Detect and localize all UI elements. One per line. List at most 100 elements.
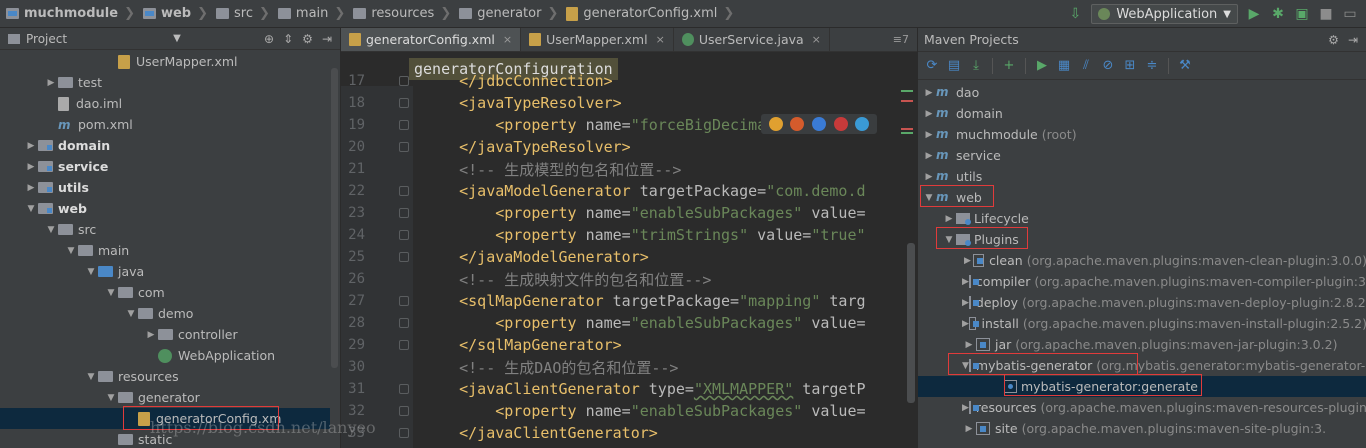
- breadcrumb-web[interactable]: web: [141, 0, 193, 28]
- fold-marker[interactable]: [399, 120, 409, 130]
- project-tree-item[interactable]: ▶ utils: [0, 177, 330, 198]
- project-tree-item[interactable]: ▶ test: [0, 72, 330, 93]
- fold-marker[interactable]: [399, 428, 409, 438]
- fold-marker[interactable]: [399, 186, 409, 196]
- chevron-right-icon[interactable]: ▶: [962, 298, 969, 308]
- chevron-down-icon[interactable]: ▼: [24, 204, 38, 214]
- reimport-icon[interactable]: ⟳: [924, 58, 940, 74]
- code-line[interactable]: 30 <!-- 生成DAO的包名和位置-->: [341, 356, 917, 378]
- tab-generatorconfig[interactable]: generatorConfig.xml ×: [341, 28, 522, 51]
- fold-marker[interactable]: [399, 252, 409, 262]
- breadcrumb-generator[interactable]: generator: [457, 0, 543, 28]
- project-tree-item[interactable]: ▼ src: [0, 219, 330, 240]
- fold-marker[interactable]: [399, 98, 409, 108]
- code-line[interactable]: 27 <sqlMapGenerator targetPackage= "mappi…: [341, 290, 917, 312]
- chevron-right-icon[interactable]: ▶: [144, 330, 158, 340]
- maven-tree-item[interactable]: ▶ Lifecycle: [918, 208, 1366, 229]
- maven-tree-item[interactable]: ▶ site (org.apache.maven.plugins:maven-sit…: [918, 418, 1366, 439]
- maven-tree-item[interactable]: ▶ m utils: [918, 166, 1366, 187]
- chrome-icon[interactable]: [768, 117, 783, 131]
- toggle-offline-icon[interactable]: ⫽: [1078, 58, 1094, 74]
- editor-scrollbar[interactable]: [907, 243, 915, 403]
- project-scrollbar[interactable]: [331, 68, 338, 368]
- code-line[interactable]: 25 </javaModelGenerator>: [341, 246, 917, 268]
- fold-marker[interactable]: [399, 362, 409, 372]
- chevron-down-icon[interactable]: ▼: [173, 33, 181, 44]
- maven-tree-item[interactable]: ▶ deploy (org.apache.maven.plugins:maven-d…: [918, 292, 1366, 313]
- code-line[interactable]: 31 <javaClientGenerator type= "XMLMAPPER"…: [341, 378, 917, 400]
- breadcrumb-generatorconfig[interactable]: generatorConfig.xml: [564, 0, 719, 28]
- chevron-right-icon[interactable]: ▶: [962, 424, 976, 434]
- hidden-tabs-button[interactable]: ≡7: [885, 28, 917, 51]
- fold-marker[interactable]: [399, 384, 409, 394]
- fold-marker[interactable]: [399, 296, 409, 306]
- skip-tests-icon[interactable]: ⊘: [1100, 58, 1116, 74]
- locate-icon[interactable]: ⊕: [264, 32, 274, 46]
- maven-tree-item[interactable]: ▶ compiler (org.apache.maven.plugins:maven…: [918, 271, 1366, 292]
- stop-icon[interactable]: ■: [1318, 6, 1334, 22]
- gear-icon[interactable]: ⚙: [1328, 33, 1339, 47]
- maven-tree-item[interactable]: ▶ m muchmodule (root): [918, 124, 1366, 145]
- close-icon[interactable]: ×: [656, 33, 665, 46]
- fold-marker[interactable]: [399, 340, 409, 350]
- chevron-down-icon[interactable]: ▼: [64, 246, 78, 256]
- collapse-icon[interactable]: ⇕: [283, 32, 293, 46]
- collapse-all-icon[interactable]: ≑: [1144, 58, 1160, 74]
- chevron-down-icon[interactable]: ▼: [44, 225, 58, 235]
- hide-icon[interactable]: ⇥: [1348, 33, 1358, 47]
- code-line[interactable]: 26 <!-- 生成映射文件的包名和位置-->: [341, 268, 917, 290]
- debug-icon[interactable]: ✱: [1270, 6, 1286, 22]
- run-icon[interactable]: ▶: [1034, 58, 1050, 74]
- chevron-right-icon[interactable]: ▶: [962, 340, 976, 350]
- fold-marker[interactable]: [399, 142, 409, 152]
- project-tree-item[interactable]: ▼ java: [0, 261, 330, 282]
- add-icon[interactable]: +: [1001, 58, 1017, 74]
- run-icon[interactable]: ▶: [1246, 6, 1262, 22]
- gear-icon[interactable]: ⚙: [302, 32, 313, 46]
- chevron-right-icon[interactable]: ▶: [44, 78, 58, 88]
- layout-icon[interactable]: ▭: [1342, 6, 1358, 22]
- chevron-down-icon[interactable]: ▼: [84, 267, 98, 277]
- tab-userservice[interactable]: UserService.java ×: [674, 28, 830, 51]
- code-line[interactable]: 17 </jdbcConnection>: [341, 70, 917, 92]
- coverage-icon[interactable]: ▣: [1294, 6, 1310, 22]
- breadcrumb-main[interactable]: main: [276, 0, 330, 28]
- show-dependencies-icon[interactable]: ⊞: [1122, 58, 1138, 74]
- generate-sources-icon[interactable]: ▤: [946, 58, 962, 74]
- code-line[interactable]: 24 <property name= "trimStrings" value= "t…: [341, 224, 917, 246]
- chevron-right-icon[interactable]: ▶: [922, 109, 936, 119]
- chevron-right-icon[interactable]: ▶: [922, 151, 936, 161]
- code-line[interactable]: 33 </javaClientGenerator>: [341, 422, 917, 444]
- firefox-icon[interactable]: [790, 117, 805, 131]
- project-tree-item[interactable]: ▼ resources: [0, 366, 330, 387]
- maven-settings-icon[interactable]: ⚒: [1177, 58, 1193, 74]
- maven-tree-item[interactable]: ▶ m dao: [918, 82, 1366, 103]
- close-icon[interactable]: ×: [503, 33, 512, 46]
- code-line[interactable]: 29 </sqlMapGenerator>: [341, 334, 917, 356]
- code-line[interactable]: 21 <!-- 生成模型的包名和位置-->: [341, 158, 917, 180]
- chevron-right-icon[interactable]: ▶: [942, 214, 956, 224]
- chevron-right-icon[interactable]: ▶: [962, 256, 973, 266]
- fold-marker[interactable]: [399, 208, 409, 218]
- ie-icon[interactable]: [855, 117, 870, 131]
- code-line[interactable]: 28 <property name= "enableSubPackages" va…: [341, 312, 917, 334]
- project-tree-item[interactable]: ▼ web: [0, 198, 330, 219]
- fold-marker[interactable]: [399, 274, 409, 284]
- maven-tree-item[interactable]: ▶ resources (org.apache.maven.plugins:mave…: [918, 397, 1366, 418]
- project-tree-item[interactable]: ▼ main: [0, 240, 330, 261]
- project-tree-item[interactable]: ▶ controller: [0, 324, 330, 345]
- maven-tree-item[interactable]: ▶ m domain: [918, 103, 1366, 124]
- chevron-down-icon[interactable]: ▼: [104, 288, 118, 298]
- download-icon[interactable]: ⤓: [968, 58, 984, 74]
- chevron-right-icon[interactable]: ▶: [962, 277, 969, 287]
- chevron-right-icon[interactable]: ▶: [24, 183, 38, 193]
- project-view-selector[interactable]: Project: [26, 32, 67, 46]
- fold-marker[interactable]: [399, 230, 409, 240]
- breadcrumb-src[interactable]: src: [214, 0, 255, 28]
- hide-icon[interactable]: ⇥: [322, 32, 332, 46]
- tab-usermapper[interactable]: UserMapper.xml ×: [521, 28, 674, 51]
- safari-icon[interactable]: [811, 117, 826, 131]
- maven-tree-item[interactable]: ▶ install (org.apache.maven.plugins:maven-…: [918, 313, 1366, 334]
- project-tree-item[interactable]: ▶ domain: [0, 135, 330, 156]
- chevron-down-icon[interactable]: ▼: [124, 309, 138, 319]
